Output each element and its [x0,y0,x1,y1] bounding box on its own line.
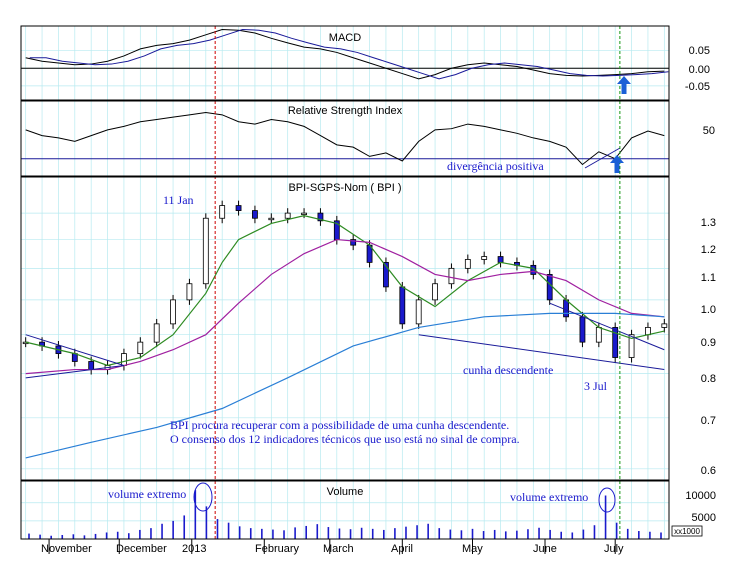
price-tick-label: 0.7 [701,415,716,427]
price-candle [202,217,209,285]
comment-line-2: O consenso dos 12 indicadores técnicos q… [170,432,520,446]
volume-note-right: volume extremo [510,490,588,504]
macd-title: MACD [329,32,361,44]
macd-tick-label: 0.00 [689,64,710,76]
month-label: May [462,543,483,555]
price-title: BPI-SGPS-Nom ( BPI ) [288,182,401,194]
rsi-tick-label: 50 [703,125,715,137]
chart-canvas: MACD Relative Strength Index BPI-SGPS-No… [0,0,739,567]
month-label: February [255,543,300,555]
volume-tick-label: 10000 [685,490,716,502]
price-candle [481,256,488,260]
price-candle [153,323,160,343]
month-label: July [604,543,624,555]
price-candle [464,259,471,269]
month-label: December [116,543,167,555]
price-tick-label: 1.1 [701,272,716,284]
month-label: March [323,543,354,555]
price-candle [661,323,668,328]
price-candle [645,327,651,336]
price-tick-label: 1.0 [701,304,716,316]
price-candle [137,341,144,355]
price-candle [399,286,406,325]
month-label: 2013 [182,543,206,555]
comment-line-1: BPI procura recuperar com a possibilidad… [170,418,509,432]
price-candle [284,212,291,219]
rsi-divergence-note: divergência positiva [447,159,544,173]
macd-tick-label: 0.05 [689,45,710,57]
price-candle [497,256,504,263]
month-label: November [41,543,92,555]
price-candle [563,299,569,318]
wedge-label: cunha descendente [463,363,553,377]
price-candle [88,361,95,370]
price-candle [121,353,127,366]
macd-tick-label: -0.05 [685,81,710,93]
price-candle [219,205,226,219]
price-candle [448,267,455,285]
price-tick-label: 0.8 [701,373,716,385]
price-candle [546,274,553,301]
volume-title: Volume [327,486,364,498]
price-candle [595,327,602,343]
price-candle [235,205,242,211]
price-candle [301,212,307,216]
month-label: June [533,543,557,555]
price-tick-label: 0.9 [701,337,716,349]
price-candle [432,283,438,301]
price-candle [579,316,586,343]
volume-note-left: volume extremo [108,487,186,501]
price-tick-label: 0.6 [701,465,716,477]
price-candle [268,217,275,221]
price-candle [186,283,193,301]
price-candle [170,299,176,325]
month-label: April [391,543,413,555]
price-tick-label: 1.2 [701,244,716,256]
volume-unit-label: xx1000 [674,527,700,536]
volume-tick-label: 5000 [692,512,716,524]
price-candle [415,299,422,325]
price-candle [252,210,258,219]
rsi-title: Relative Strength Index [288,105,403,117]
jul-label: 3 Jul [584,379,608,393]
jan-label: 11 Jan [163,193,194,207]
price-tick-label: 1.3 [701,217,716,229]
chart-root: MACD Relative Strength Index BPI-SGPS-No… [0,0,739,567]
